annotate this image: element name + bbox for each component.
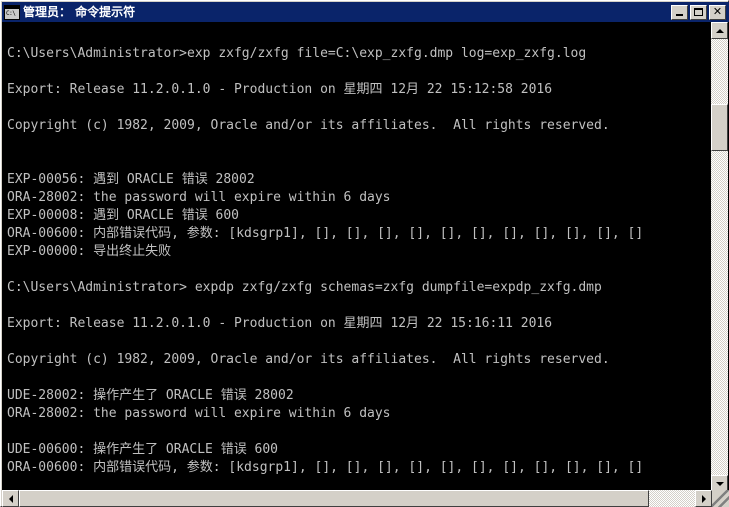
console-line: UDE-28002: 操作产生了 ORACLE 错误 28002 bbox=[7, 388, 294, 403]
horizontal-scrollbar-thumb[interactable] bbox=[19, 490, 649, 507]
console-line: ORA-00600: 内部错误代码, 参数: [kdsgrp1], [], []… bbox=[7, 226, 644, 241]
minimize-icon bbox=[676, 13, 683, 16]
console-line: EXP-00056: 遇到 ORACLE 错误 28002 bbox=[7, 172, 255, 187]
title-bar[interactable]: C:\ 管理员： 命令提示符 ✕ bbox=[2, 2, 729, 22]
arrow-up-icon bbox=[715, 28, 724, 33]
console-line: Copyright (c) 1982, 2009, Oracle and/or … bbox=[7, 118, 610, 133]
close-icon: ✕ bbox=[712, 5, 723, 18]
console-line: ORA-28002: the password will expire with… bbox=[7, 190, 391, 205]
window-title: 管理员： 命令提示符 bbox=[23, 5, 136, 19]
console-line: ORA-28002: the password will expire with… bbox=[7, 406, 391, 421]
close-button[interactable]: ✕ bbox=[709, 4, 726, 20]
cmd-icon: C:\ bbox=[4, 4, 20, 20]
scroll-up-button[interactable] bbox=[711, 22, 728, 39]
console-line: Export: Release 11.2.0.1.0 - Production … bbox=[7, 316, 553, 331]
maximize-button[interactable] bbox=[690, 4, 707, 20]
console-line: C:\Users\Administrator>exp zxfg/zxfg fil… bbox=[7, 46, 587, 61]
console-line: ORA-00600: 内部错误代码, 参数: [kdsgrp1], [], []… bbox=[7, 460, 644, 475]
console-line: C:\Users\Administrator> expdp zxfg/zxfg … bbox=[7, 280, 602, 295]
resize-grip[interactable] bbox=[712, 490, 729, 507]
scroll-left-button[interactable] bbox=[2, 490, 19, 507]
vertical-scrollbar[interactable] bbox=[711, 22, 728, 492]
arrow-right-icon bbox=[701, 494, 706, 503]
console-line: EXP-00008: 遇到 ORACLE 错误 600 bbox=[7, 208, 240, 223]
console-output: C:\Users\Administrator>exp zxfg/zxfg fil… bbox=[7, 27, 643, 492]
cmd-icon-text: C:\ bbox=[6, 9, 16, 17]
console-line: Export: Release 11.2.0.1.0 - Production … bbox=[7, 82, 553, 97]
horizontal-scrollbar[interactable] bbox=[2, 490, 729, 507]
arrow-down-icon bbox=[715, 481, 724, 486]
console-viewport[interactable]: C:\Users\Administrator>exp zxfg/zxfg fil… bbox=[5, 22, 710, 492]
console-line: UDE-00600: 操作产生了 ORACLE 错误 600 bbox=[7, 442, 279, 457]
window-controls: ✕ bbox=[671, 4, 729, 20]
console-line: Copyright (c) 1982, 2009, Oracle and/or … bbox=[7, 352, 610, 367]
vertical-scrollbar-thumb[interactable] bbox=[711, 104, 728, 151]
console-client-area[interactable]: C:\Users\Administrator>exp zxfg/zxfg fil… bbox=[2, 22, 729, 507]
maximize-icon bbox=[694, 8, 703, 16]
console-line: EXP-00000: 导出终止失败 bbox=[7, 244, 172, 259]
arrow-left-icon bbox=[8, 494, 13, 503]
command-prompt-window: C:\ 管理员： 命令提示符 ✕ C:\Users\Administrator>… bbox=[0, 0, 729, 507]
scroll-right-button[interactable] bbox=[695, 490, 712, 507]
minimize-button[interactable] bbox=[671, 4, 688, 20]
